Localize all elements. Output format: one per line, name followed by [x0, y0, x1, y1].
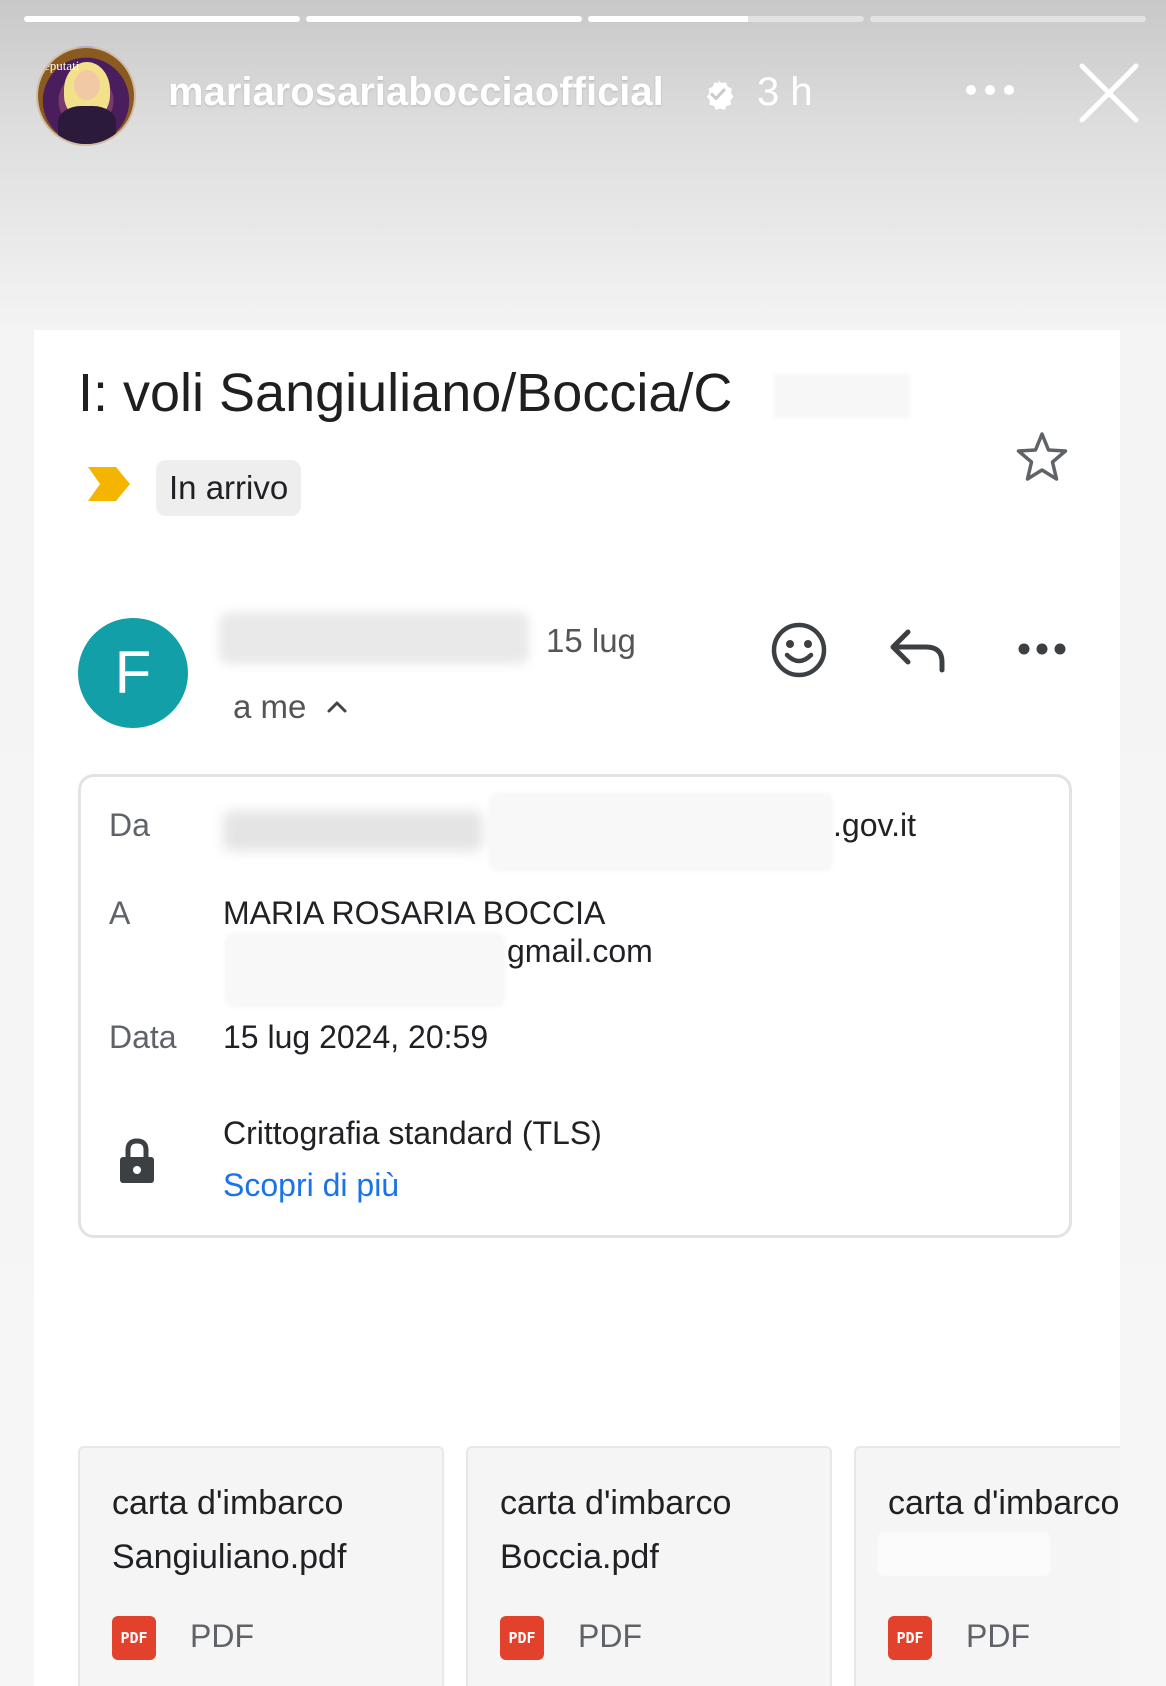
email-details-panel: Da .gov.it A MARIA ROSARIA BOCCIA gmail.… — [78, 774, 1072, 1238]
from-label: Da — [109, 807, 150, 843]
chevron-up-icon[interactable] — [324, 694, 350, 720]
attachment-name-line2: Sangiuliano.pdf — [112, 1538, 347, 1576]
attachment-card[interactable]: carta d'imbarco Sangiuliano.pdf PDF PDF — [78, 1446, 444, 1686]
progress-fill — [588, 16, 749, 22]
progress-segment — [24, 16, 300, 22]
attachment-name-line1: carta d'imbarco — [112, 1484, 344, 1522]
attachment-card[interactable]: carta d'imbarco PDF PDF — [854, 1446, 1120, 1686]
to-domain: gmail.com — [507, 933, 653, 969]
attachment-name-redacted — [878, 1532, 1050, 1576]
attachments-row: carta d'imbarco Sangiuliano.pdf PDF PDF … — [78, 1446, 1120, 1686]
story-username[interactable]: mariarosariabocciaofficial — [168, 70, 664, 115]
label-chip[interactable]: In arrivo — [156, 460, 302, 516]
sender-name-redacted — [219, 612, 529, 664]
attachment-type: PDF — [966, 1618, 1030, 1654]
email-subject: I: voli Sangiuliano/Boccia/C — [78, 363, 733, 423]
pdf-icon: PDF — [112, 1616, 156, 1660]
attachment-name: carta d'imbarco — [888, 1476, 1119, 1530]
story-time: 3 h — [757, 70, 813, 114]
profile-avatar[interactable]: eputati — [36, 46, 136, 146]
reply-icon[interactable] — [888, 626, 946, 674]
learn-more-link[interactable]: Scopri di più — [223, 1167, 399, 1204]
to-address-redacted — [227, 935, 503, 1005]
verified-badge-icon — [706, 80, 734, 110]
sender-avatar[interactable]: F — [78, 618, 188, 728]
attachment-name-line1: carta d'imbarco — [888, 1484, 1120, 1522]
more-options-icon[interactable] — [1018, 640, 1066, 658]
progress-fill — [24, 16, 300, 22]
from-domain: .gov.it — [833, 807, 916, 843]
more-dots-icon[interactable] — [965, 80, 1015, 100]
date-label: Data — [109, 1019, 177, 1055]
subject-redaction — [774, 374, 910, 418]
avatar-caption: eputati — [44, 58, 80, 73]
avatar-face — [74, 70, 100, 100]
progress-segment — [306, 16, 582, 22]
story-progress — [24, 16, 1146, 22]
attachment-card[interactable]: carta d'imbarco Boccia.pdf PDF PDF — [466, 1446, 832, 1686]
progress-segment — [588, 16, 864, 22]
avatar-suit — [58, 106, 116, 144]
emoji-icon[interactable] — [769, 620, 829, 680]
progress-fill — [306, 16, 582, 22]
recipient-summary[interactable]: a me — [233, 688, 306, 726]
close-icon[interactable] — [1078, 62, 1140, 124]
to-name: MARIA ROSARIA BOCCIA — [223, 895, 606, 931]
attachment-type: PDF — [578, 1618, 642, 1654]
encryption-info: Crittografia standard (TLS) — [223, 1115, 602, 1151]
attachment-name-line1: carta d'imbarco — [500, 1484, 732, 1522]
from-address-redacted — [491, 795, 831, 869]
email-view: I: voli Sangiuliano/Boccia/C In arrivo F… — [34, 330, 1120, 1686]
lock-icon — [120, 1138, 154, 1183]
attachment-type: PDF — [190, 1618, 254, 1654]
pdf-icon: PDF — [500, 1616, 544, 1660]
date-value: 15 lug 2024, 20:59 — [223, 1019, 489, 1055]
to-label: A — [109, 895, 131, 931]
from-name-redacted — [223, 811, 483, 851]
star-icon[interactable] — [1014, 430, 1070, 486]
attachment-name: carta d'imbarco Boccia.pdf — [500, 1476, 731, 1584]
email-date-short: 15 lug — [546, 622, 636, 659]
progress-segment — [870, 16, 1146, 22]
label-arrow-icon — [88, 467, 130, 501]
pdf-icon: PDF — [888, 1616, 932, 1660]
attachment-name-line2: Boccia.pdf — [500, 1538, 659, 1576]
attachment-name: carta d'imbarco Sangiuliano.pdf — [112, 1476, 346, 1584]
